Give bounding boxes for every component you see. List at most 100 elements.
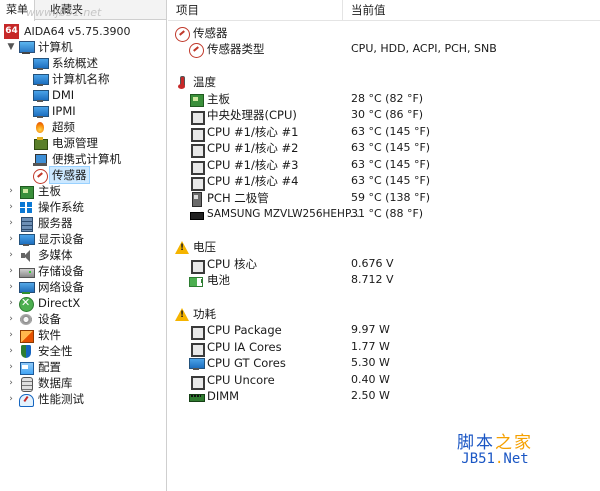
row-value: 31 °C (88 °F)	[351, 207, 424, 220]
row-value: 28 °C (82 °F)	[351, 92, 424, 105]
row-value: 9.97 W	[351, 323, 390, 336]
data-row[interactable]: CPU #1/核心 #2	[189, 140, 298, 158]
column-header-value[interactable]: 当前值	[351, 0, 386, 20]
data-row[interactable]: CPU Package	[189, 322, 282, 340]
tree-item-power[interactable]: 电源管理	[30, 135, 98, 151]
watermark-en-tail: Net	[503, 451, 529, 467]
app-version-label: AIDA64 v5.75.3900	[24, 24, 131, 38]
data-row[interactable]: 中央处理器(CPU)	[189, 107, 297, 125]
expand-arrow-icon[interactable]: ›	[6, 298, 16, 308]
group-header-voltage[interactable]: 电压	[175, 239, 216, 255]
tree-item-overclock[interactable]: 超频	[30, 119, 75, 135]
expand-arrow-icon[interactable]: ›	[6, 234, 16, 244]
tree-item-display[interactable]: › 显示设备	[6, 231, 84, 247]
tree-item-motherboard[interactable]: › 主板	[6, 183, 61, 199]
tree-item-server[interactable]: › 服务器	[6, 215, 73, 232]
tree-item-sensor[interactable]: 传感器	[30, 166, 90, 184]
server-icon	[19, 216, 33, 232]
group-header-power[interactable]: 功耗	[175, 306, 216, 322]
tree-item-label: 性能测试	[38, 392, 84, 406]
sensor-icon	[189, 42, 204, 58]
chip-icon	[189, 175, 205, 191]
aida64-logo-icon: 64	[4, 23, 19, 39]
tree-item-dmi[interactable]: DMI	[30, 87, 74, 103]
data-row[interactable]: 电池	[189, 272, 230, 288]
data-row[interactable]: 主板	[189, 91, 230, 107]
power-icon	[33, 136, 48, 150]
row-label: CPU 核心	[207, 257, 258, 271]
tree-root-app[interactable]: 64 AIDA64 v5.75.3900	[4, 23, 131, 39]
data-row[interactable]: CPU GT Cores	[189, 355, 286, 371]
tree-item-computer-name[interactable]: 计算机名称	[30, 71, 110, 87]
watermark-cn-accent: 之家	[495, 433, 533, 453]
computer-icon	[19, 40, 35, 54]
data-row[interactable]: PCH 二极管	[189, 190, 269, 207]
row-label: CPU #1/核心 #4	[207, 174, 299, 188]
row-value: 0.40 W	[351, 373, 390, 386]
row-value: 63 °C (145 °F)	[351, 125, 431, 138]
benchmark-icon	[19, 393, 34, 407]
tree-item-ipmi[interactable]: IPMI	[30, 103, 76, 119]
tree-item-database[interactable]: › 数据库	[6, 375, 73, 392]
expand-arrow-icon[interactable]: ›	[6, 330, 16, 340]
tree-item-directx[interactable]: › DirectX	[6, 295, 80, 312]
expand-arrow-icon[interactable]: ›	[6, 186, 16, 196]
expand-arrow-icon[interactable]: ›	[6, 218, 16, 228]
column-header-item[interactable]: 项目	[176, 0, 199, 20]
collapse-arrow-icon[interactable]: ▼	[6, 42, 16, 52]
motherboard-icon	[189, 93, 204, 107]
tree-item-label: IPMI	[52, 104, 76, 118]
data-row[interactable]: CPU #1/核心 #1	[189, 124, 299, 142]
row-label: 电池	[207, 273, 230, 287]
expand-arrow-icon[interactable]: ›	[6, 378, 16, 388]
expand-arrow-icon[interactable]: ›	[6, 202, 16, 212]
data-row[interactable]: CPU Uncore	[189, 372, 275, 390]
tree-item-config[interactable]: › 配置	[6, 359, 61, 375]
tree-item-software[interactable]: › 软件	[6, 327, 61, 343]
chip-icon	[189, 324, 205, 340]
row-value: CPU, HDD, ACPI, PCH, SNB	[351, 42, 497, 55]
row-label: CPU #1/核心 #1	[207, 125, 299, 139]
tree-item-label: 服务器	[38, 216, 73, 230]
tree-item-storage[interactable]: › 存储设备	[6, 263, 84, 279]
group-title: 传感器	[193, 26, 228, 40]
data-row[interactable]: 传感器类型	[189, 41, 265, 58]
row-value: 63 °C (145 °F)	[351, 158, 431, 171]
expand-arrow-icon[interactable]: ›	[6, 282, 16, 292]
row-label: CPU GT Cores	[207, 356, 286, 370]
tree-item-label: 多媒体	[38, 248, 73, 262]
expand-arrow-icon[interactable]: ›	[6, 394, 16, 404]
group-header-sensor[interactable]: 传感器	[175, 25, 228, 42]
tree-item-summary[interactable]: 系统概述	[30, 55, 98, 71]
tree-item-network[interactable]: › 网络设备	[6, 279, 84, 295]
sensor-icon	[175, 26, 190, 42]
row-label: 主板	[207, 92, 230, 106]
expand-arrow-icon[interactable]: ›	[6, 250, 16, 260]
tree-item-computer[interactable]: ▼ 计算机	[6, 39, 73, 55]
tree-item-multimedia[interactable]: › 多媒体	[6, 247, 73, 263]
tree-item-devices[interactable]: › 设备	[6, 311, 61, 327]
tree-item-portable[interactable]: 便携式计算机	[30, 151, 121, 167]
row-label: CPU Package	[207, 323, 282, 337]
column-separator[interactable]	[342, 0, 343, 20]
expand-arrow-icon[interactable]: ›	[6, 266, 16, 276]
expand-arrow-icon[interactable]: ›	[6, 346, 16, 356]
data-row[interactable]: CPU 核心	[189, 256, 258, 274]
data-row[interactable]: CPU #1/核心 #3	[189, 157, 298, 175]
group-header-temperature[interactable]: 温度	[175, 74, 216, 90]
storage-icon	[19, 265, 35, 278]
data-row[interactable]: DIMM	[189, 388, 239, 404]
config-icon	[19, 361, 34, 375]
tree-item-benchmark[interactable]: › 性能测试	[6, 391, 84, 407]
monitor-icon	[19, 233, 35, 246]
data-row[interactable]: CPU IA Cores	[189, 339, 282, 357]
tree-item-os[interactable]: › 操作系统	[6, 199, 84, 215]
data-row[interactable]: SAMSUNG MZVLW256HEHP...	[189, 206, 360, 222]
windows-icon	[19, 201, 33, 214]
data-row[interactable]: CPU #1/核心 #4	[189, 173, 299, 191]
tree-item-security[interactable]: › 安全性	[6, 343, 72, 359]
expand-arrow-icon[interactable]: ›	[6, 362, 16, 372]
expand-arrow-icon[interactable]: ›	[6, 314, 16, 324]
tree-item-label: 便携式计算机	[52, 152, 121, 166]
tree-item-label: 电源管理	[52, 136, 98, 150]
